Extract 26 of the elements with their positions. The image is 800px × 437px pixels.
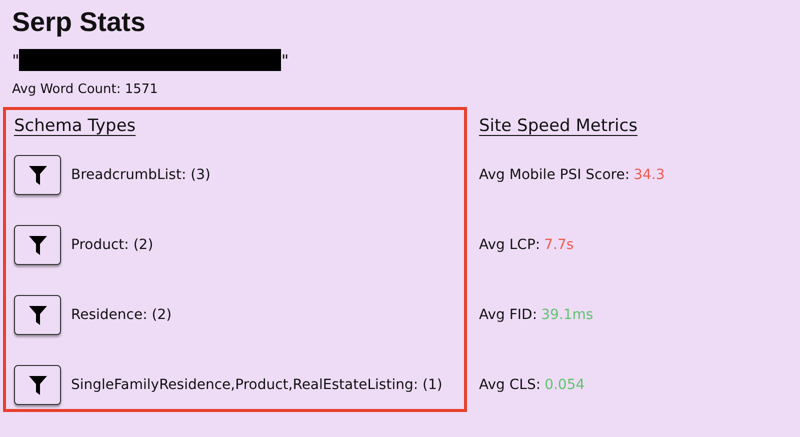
filter-icon [28, 376, 46, 394]
filter-button[interactable] [14, 365, 61, 405]
quote-mark: " [12, 50, 20, 70]
schema-type-label: Residence: (2) [71, 307, 172, 323]
metric-label: Avg Mobile PSI Score: [479, 167, 630, 183]
filter-icon [28, 236, 46, 254]
quote-mark: " [281, 50, 289, 70]
metric-label: Avg CLS: [479, 377, 541, 393]
filter-button[interactable] [14, 155, 61, 195]
filter-button[interactable] [14, 295, 61, 335]
schema-type-label: Product: (2) [71, 237, 154, 253]
schema-type-label: SingleFamilyResidence,Product,RealEstateListing: (1) [71, 377, 442, 393]
word-count-text: Avg Word Count: 1571 [12, 81, 159, 99]
metric-label: Avg LCP: [479, 237, 540, 253]
metric-value: 0.054 [544, 377, 585, 393]
schema-type-label: BreadcrumbList: (3) [71, 167, 210, 183]
metric-label: Avg FID: [479, 307, 538, 323]
metric-value: 34.3 [634, 167, 665, 183]
metric-value: 39.1ms [541, 307, 594, 323]
filter-icon [28, 306, 46, 324]
section-heading: Schema Types [14, 115, 136, 138]
section-heading: Site Speed Metrics [479, 115, 638, 138]
filter-button[interactable] [14, 225, 61, 265]
page-title: Serp Stats [12, 6, 147, 38]
filter-icon [28, 166, 46, 184]
metric-value: 7.7s [544, 237, 574, 253]
